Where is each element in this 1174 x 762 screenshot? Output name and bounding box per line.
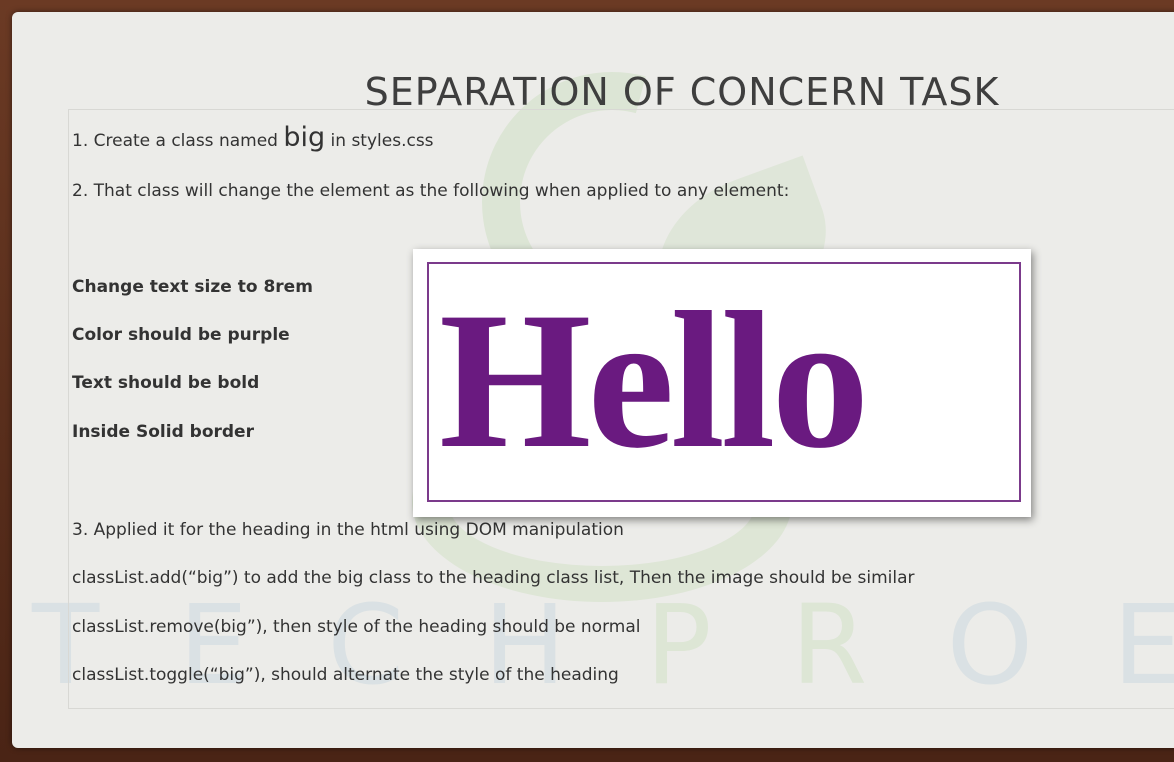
presentation-slide: T E C H P R O E SEPARATION OF CONCERN TA… (12, 12, 1174, 748)
example-solid-border: Hello (427, 262, 1021, 502)
classlist-add-note: classList.add(“big”) to add the big clas… (72, 568, 915, 588)
step-2: 2. That class will change the element as… (72, 181, 790, 201)
step-1-suffix: in styles.css (325, 131, 434, 151)
step-3: 3. Applied it for the heading in the htm… (72, 520, 624, 540)
classlist-remove-note: classList.remove(big”), then style of th… (72, 617, 641, 637)
example-image: Hello (413, 249, 1031, 517)
step-1: 1. Create a class named big in styles.cs… (72, 122, 434, 153)
slide-title: SEPARATION OF CONCERN TASK (364, 70, 1000, 114)
example-hello-heading: Hello (439, 272, 869, 489)
step-1-prefix: 1. Create a class named (72, 131, 284, 151)
requirement-item: Color should be purple (72, 325, 290, 345)
requirement-item: Change text size to 8rem (72, 277, 313, 297)
class-name-big: big (283, 122, 326, 153)
requirement-item: Inside Solid border (72, 422, 254, 442)
requirement-item: Text should be bold (72, 373, 260, 393)
classlist-toggle-note: classList.toggle(“big”), should alternat… (72, 665, 619, 685)
